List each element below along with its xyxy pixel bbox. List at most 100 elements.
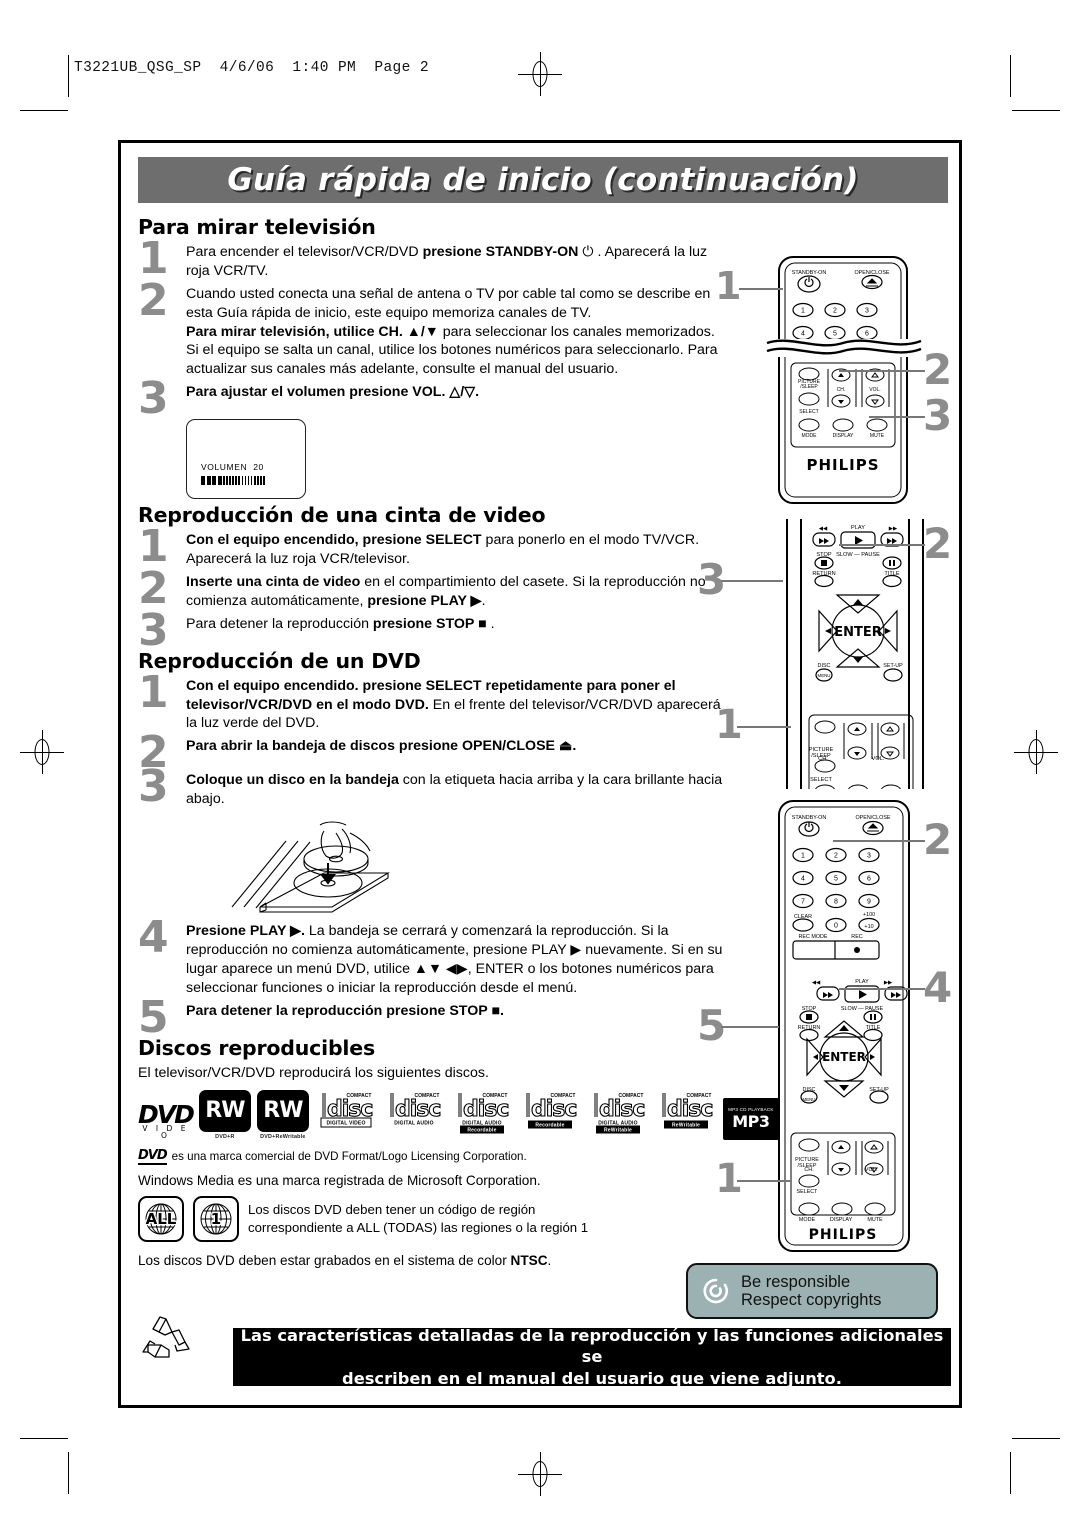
callout-leader-3 [869, 416, 925, 418]
step-tv-3: 3 Para ajustar el volumen presione VOL. … [138, 377, 723, 421]
logo-compact-disc-digital-audio-rewritable: COMPACT disc DIGITAL AUDIO ReWritable [587, 1089, 649, 1140]
svg-text:disc: disc [463, 1097, 508, 1122]
svg-text:9: 9 [867, 899, 871, 906]
callout-2: 2 [923, 345, 953, 394]
svg-text:8: 8 [834, 899, 838, 906]
svg-text:CH.: CH. [837, 387, 846, 393]
section-heading-watch-tv: Para mirar televisión [138, 215, 376, 239]
remote-illustration-bottom: STANDBY-ON OPEN/CLOSE 123 456 789 0 CLEA… [761, 799, 951, 1259]
step-tape-1: 1 Con el equipo encendido, presione SELE… [138, 525, 723, 569]
svg-text:+100: +100 [863, 912, 875, 918]
svg-text:MODE: MODE [802, 433, 818, 439]
callout-6: 1 [715, 702, 743, 748]
badge-line-1: Be responsible [741, 1272, 851, 1291]
svg-text:DIGITAL VIDEO: DIGITAL VIDEO [326, 1120, 365, 1126]
region-code-row: ALL 1 Los discos DVD deben tener un códi… [138, 1195, 723, 1242]
trim-line-left-bottom [68, 1452, 69, 1494]
callout-leader-9 [721, 1026, 779, 1028]
svg-text:/SLEEP: /SLEEP [798, 1163, 817, 1169]
playable-discs-intro: El televisor/VCR/DVD reproducirá los sig… [138, 1064, 489, 1081]
page-title: Guía rápida de inicio (continuación) [227, 162, 859, 198]
badge-line-2: Respect copyrights [741, 1291, 882, 1309]
svg-text:SELECT: SELECT [799, 409, 818, 415]
registration-mark-top [518, 52, 562, 96]
region-1-label: 1 [210, 1208, 223, 1229]
svg-text:+10: +10 [864, 924, 873, 930]
step-text: Con el equipo encendido. presione SELECT… [186, 677, 721, 732]
step-number: 3 [138, 604, 169, 656]
svg-text:RETURN: RETURN [798, 1025, 821, 1031]
region-all-icon: ALL [138, 1195, 184, 1242]
svg-text:▶▶: ▶▶ [884, 980, 892, 986]
svg-text:DISC: DISC [818, 663, 831, 669]
osd-volume-label: VOLUMEN 20 [201, 462, 264, 473]
svg-text:VOL.: VOL. [869, 387, 880, 393]
svg-text:DISPLAY: DISPLAY [830, 1217, 853, 1223]
step-dvd-4: 4 Presione PLAY ▶. La bandeja se cerrará… [138, 916, 723, 998]
step-text: Inserte una cinta de video en el compart… [186, 573, 706, 609]
step-text: Coloque un disco en la bandeja con la et… [186, 772, 723, 808]
svg-text:STOP: STOP [802, 1006, 817, 1012]
svg-text:CLEAR: CLEAR [794, 914, 812, 920]
svg-text:2: 2 [833, 308, 837, 315]
step-dvd-3: 3 Coloque un disco en la bandeja con la … [138, 765, 723, 809]
footer-line-1: Las características detalladas de la rep… [240, 1326, 944, 1367]
svg-text:TITLE: TITLE [884, 571, 899, 577]
svg-text:disc: disc [395, 1097, 440, 1122]
crop-mark-top-left [20, 110, 68, 111]
rw-logo-icon: RW [198, 1089, 251, 1132]
svg-text:◀◀: ◀◀ [819, 526, 828, 532]
svg-text:ReWritable: ReWritable [672, 1122, 700, 1128]
crop-mark-bottom-left [20, 1438, 68, 1439]
svg-text:5: 5 [834, 876, 838, 883]
step-text: Para ajustar el volumen presione VOL. △/… [186, 384, 480, 401]
logo-compact-disc-digital-audio-recordable: COMPACT disc DIGITAL AUDIO Recordable [451, 1089, 513, 1140]
step-text: Para detener la reproducción presione ST… [186, 1002, 504, 1019]
svg-text:STOP: STOP [816, 552, 831, 558]
compact-disc-logo-icon: COMPACTdiscReWritable [662, 1092, 714, 1129]
logo-compact-disc-digital-video: COMPACT disc DIGITAL VIDEO [315, 1089, 377, 1140]
svg-text:RETURN: RETURN [812, 571, 835, 577]
svg-text:TITLE: TITLE [866, 1025, 881, 1031]
svg-text:OPEN/CLOSE: OPEN/CLOSE [855, 815, 890, 821]
trim-line-right-top [1010, 55, 1011, 97]
be-responsible-badge: Be responsible Respect copyrights [686, 1263, 938, 1319]
footer-callout-bar: Las características detalladas de la rep… [233, 1326, 951, 1388]
callout-leader-6 [737, 726, 791, 728]
logo-compact-disc-recordable: COMPACT disc Recordable [519, 1089, 581, 1140]
compact-disc-logo-icon: COMPACTdiscDIGITAL AUDIO [390, 1092, 442, 1126]
step-tv-2: 2 Cuando usted conecta una señal de ante… [138, 278, 723, 379]
svg-text:PHILIPS: PHILIPS [806, 456, 879, 474]
svg-text:MENU: MENU [818, 673, 831, 678]
step-text: Para encender el televisor/VCR/DVD presi… [186, 244, 708, 279]
rw-logo-icon: RW [256, 1089, 309, 1132]
callout-4: 2 [923, 519, 953, 568]
step-number: 3 [138, 761, 169, 813]
be-responsible-text: Be responsible Respect copyrights [741, 1273, 881, 1310]
svg-text:Recordable: Recordable [535, 1122, 564, 1128]
recycling-icon [142, 1316, 190, 1358]
crop-mark-bottom-right [1012, 1438, 1060, 1439]
dvd-video-logo-icon: DVD V I D E O [138, 1099, 195, 1140]
svg-text:/SLEEP: /SLEEP [800, 384, 818, 390]
svg-text:0: 0 [834, 923, 838, 930]
dvd-logo-icon: DVD [138, 1147, 168, 1165]
svg-text:/SLEEP: /SLEEP [811, 753, 831, 759]
svg-text:SLOW — PAUSE: SLOW — PAUSE [836, 552, 880, 558]
footer-line-2: describen en el manual del usuario que v… [342, 1368, 842, 1388]
logo-compact-disc-digital-audio: COMPACT disc DIGITAL AUDIO [383, 1089, 445, 1140]
svg-text:4: 4 [801, 876, 805, 883]
step-number: 2 [138, 274, 169, 326]
step-number: 4 [138, 912, 169, 963]
callout-leader-5 [721, 580, 783, 582]
section-heading-playable-discs: Discos reproducibles [138, 1035, 375, 1060]
svg-text:MENU: MENU [803, 1097, 816, 1102]
svg-text:ENTER: ENTER [822, 1050, 866, 1064]
svg-text:REC: REC [851, 934, 862, 940]
svg-text:PLAY: PLAY [855, 979, 869, 985]
svg-text:STANDBY-ON: STANDBY-ON [792, 270, 827, 276]
step-number: 3 [138, 373, 169, 425]
callout-leader-4 [839, 544, 925, 546]
callout-leader-7 [833, 840, 925, 842]
compact-disc-logo-icon: COMPACTdiscDIGITAL AUDIORecordable [458, 1092, 510, 1134]
